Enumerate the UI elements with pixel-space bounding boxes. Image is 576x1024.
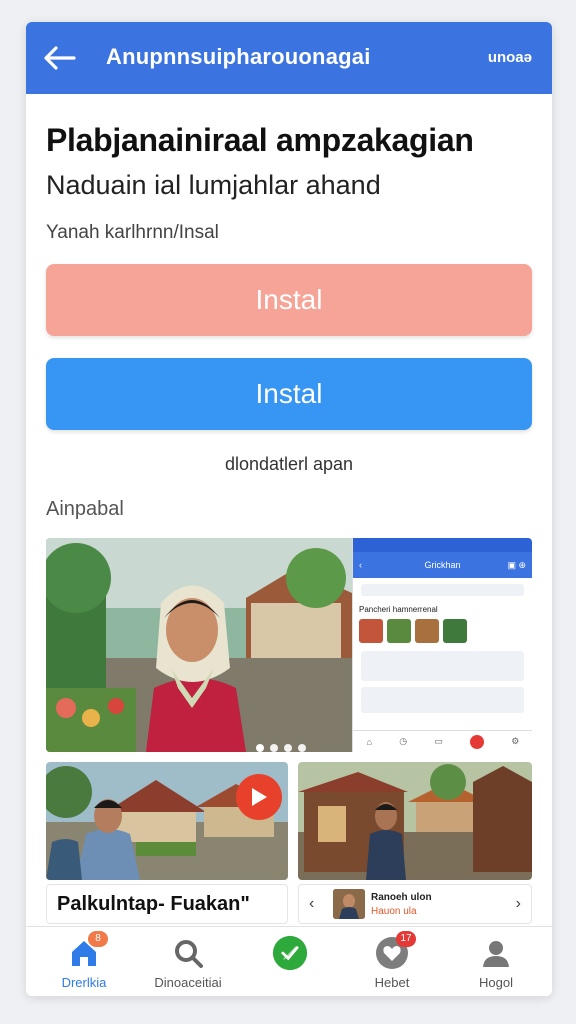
section-title: Ainpabal xyxy=(46,498,124,520)
related-app-card[interactable]: ‹ Ranoeh ulon Hauon ula › xyxy=(298,884,532,924)
preview-fab-icon xyxy=(470,734,485,749)
related-app-title: Ranoeh ulon xyxy=(371,892,432,903)
video-thumbnails xyxy=(46,762,532,880)
carousel-dot[interactable] xyxy=(284,744,292,752)
related-app-thumbnail xyxy=(333,889,365,919)
preview-nav: ⌂ ◷ ▭ ⚙ xyxy=(353,730,532,752)
search-icon xyxy=(170,935,206,971)
carousel-dot[interactable] xyxy=(298,744,306,752)
home-badge: 8 xyxy=(88,931,108,947)
carousel-dots[interactable] xyxy=(256,744,306,752)
preview-tile xyxy=(387,619,411,643)
carousel-dot[interactable] xyxy=(256,744,264,752)
nav-item-home[interactable]: 8 Drerlkia xyxy=(34,931,134,993)
preview-app-bar: ‹ Grickhan ▣ ⊕ xyxy=(353,552,532,578)
favorites-badge: 17 xyxy=(396,931,416,947)
related-app-subtitle: Hauon ula xyxy=(371,906,417,917)
hero-carousel[interactable]: ‹ Grickhan ▣ ⊕ Pancheri hamnerrenal ⌂ ◷ … xyxy=(46,538,532,752)
preview-grid xyxy=(353,617,532,645)
preview-nav-icon: ⚙ xyxy=(511,736,520,746)
developer-meta: Yanah karlhrnn/Insal xyxy=(46,222,219,243)
related-app-photo xyxy=(333,889,365,919)
preview-nav-icon: ⌂ xyxy=(366,736,373,747)
preview-nav-icon: ▭ xyxy=(434,736,443,746)
nav-item-favorites[interactable]: 17 Hebet xyxy=(342,931,442,993)
app-bar-title: Anupnnsuipharouonagai xyxy=(106,44,371,69)
preview-menu-icon: ▣ ⊕ xyxy=(507,559,526,570)
preview-tile xyxy=(359,619,383,643)
app-screen: Anupnnsuipharouonagai unoaə Plabjanainir… xyxy=(26,22,552,996)
nav-item-profile[interactable]: Hogol xyxy=(446,935,546,993)
nav-label-favorites: Hebet xyxy=(374,975,410,990)
play-icon xyxy=(252,788,267,806)
preview-nav-icon: ◷ xyxy=(399,736,408,746)
preview-title: Grickhan xyxy=(424,560,461,570)
carousel-dot[interactable] xyxy=(270,744,278,752)
preview-back-icon: ‹ xyxy=(359,560,362,570)
preview-list-row xyxy=(361,687,524,713)
chevron-left-icon[interactable]: ‹ xyxy=(309,895,314,913)
more-button[interactable]: unoaə xyxy=(488,49,532,66)
home-icon: 8 xyxy=(66,931,108,971)
preview-list-row xyxy=(361,651,524,681)
chevron-right-icon[interactable]: › xyxy=(516,895,521,913)
app-screenshot-preview: ‹ Grickhan ▣ ⊕ Pancheri hamnerrenal ⌂ ◷ … xyxy=(352,538,532,752)
thumbnail-photo-market xyxy=(298,762,532,880)
download-note: dlondatlerl apan xyxy=(224,454,354,474)
video-thumbnail-right[interactable] xyxy=(298,762,532,880)
install-button-secondary[interactable]: Instal xyxy=(46,358,532,430)
preview-tile xyxy=(443,619,467,643)
preview-search-row xyxy=(361,584,524,596)
nav-item-search[interactable]: Dinoaceitiai xyxy=(138,935,238,993)
nav-label-home: Drerlkia xyxy=(61,975,107,990)
video-thumbnail-left[interactable] xyxy=(46,762,288,880)
play-button[interactable] xyxy=(236,774,282,820)
hero-photo-woman xyxy=(46,538,352,752)
nav-item-center[interactable] xyxy=(240,935,340,993)
page-title: Plabjanainiraal ampzakagian xyxy=(46,122,474,158)
check-icon xyxy=(272,935,308,971)
preview-tile xyxy=(415,619,439,643)
app-bar: Anupnnsuipharouonagai unoaə xyxy=(26,22,552,94)
nav-label-search: Dinoaceitiai xyxy=(154,975,222,990)
page-subtitle: Naduain ial lumjahlar ahand xyxy=(46,170,381,200)
back-button[interactable] xyxy=(40,40,80,76)
nav-label-profile: Hogol xyxy=(479,975,513,990)
install-button-primary[interactable]: Instal xyxy=(46,264,532,336)
profile-icon xyxy=(478,935,514,971)
video-caption[interactable]: Palkulntap- Fuakan" xyxy=(46,884,288,924)
heart-icon: 17 xyxy=(374,931,416,971)
back-arrow-icon xyxy=(44,46,76,70)
preview-status-bar xyxy=(353,538,532,552)
preview-label: Pancheri hamnerrenal xyxy=(359,605,438,614)
bottom-navigation: 8 Drerlkia Dinoaceitiai 17 Hebet Hogol xyxy=(26,926,552,996)
